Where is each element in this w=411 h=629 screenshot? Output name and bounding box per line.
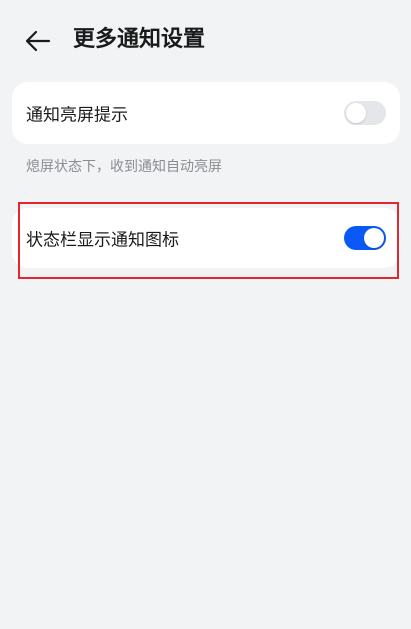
- wake-screen-toggle[interactable]: [344, 101, 386, 125]
- setting-card-wake-screen: 通知亮屏提示: [12, 82, 400, 144]
- setting-label: 状态栏显示通知图标: [26, 230, 179, 251]
- page-title: 更多通知设置: [73, 27, 206, 52]
- toggle-knob: [346, 103, 366, 123]
- setting-label: 通知亮屏提示: [26, 105, 128, 126]
- setting-row-status-bar-icon[interactable]: 状态栏显示通知图标: [12, 208, 400, 268]
- arrow-left-icon: [25, 30, 51, 52]
- setting-row-wake-screen[interactable]: 通知亮屏提示: [12, 82, 400, 144]
- back-button[interactable]: [22, 25, 54, 57]
- status-bar-icon-toggle[interactable]: [344, 226, 386, 250]
- toggle-knob: [364, 228, 384, 248]
- setting-description: 熄屏状态下，收到通知自动亮屏: [26, 159, 222, 175]
- header: 更多通知设置: [0, 0, 411, 82]
- setting-card-status-bar-icon: 状态栏显示通知图标: [12, 208, 400, 268]
